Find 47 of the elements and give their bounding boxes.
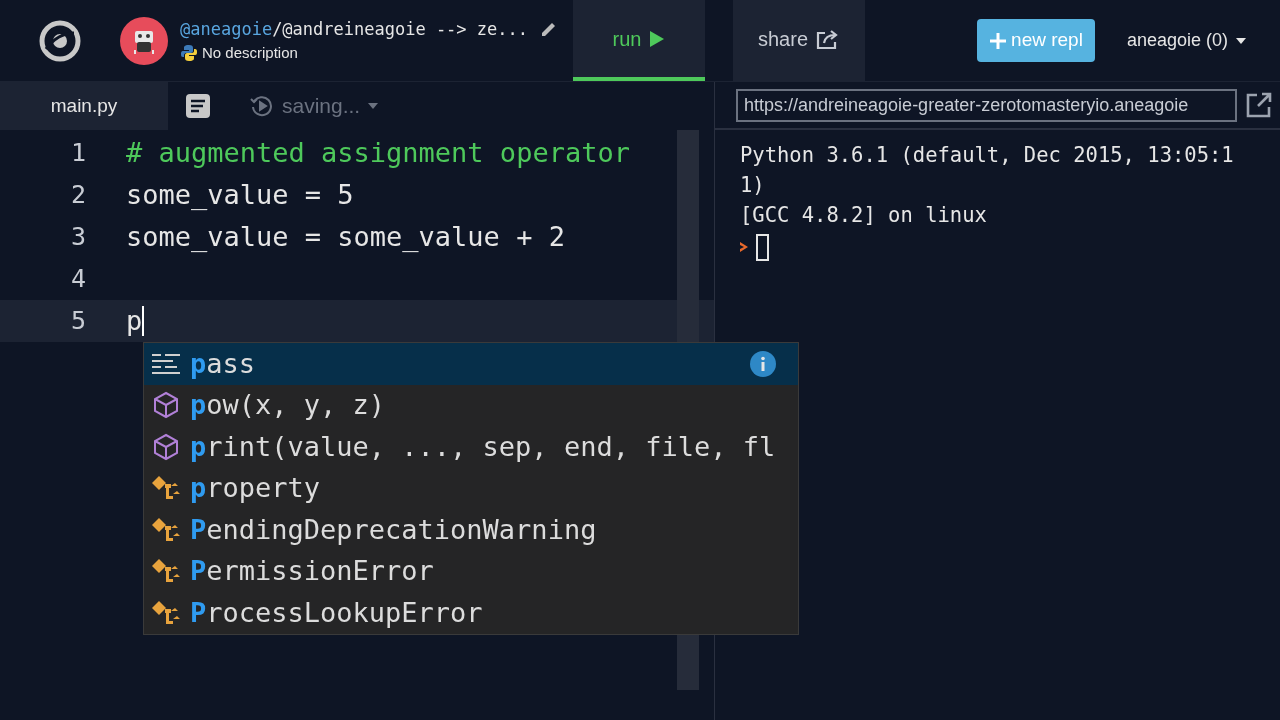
console-cursor[interactable] (756, 233, 769, 261)
line-number: 3 (69, 221, 86, 254)
code-line: p (126, 303, 143, 338)
url-field[interactable]: https://andreineagoie-greater-zerotomasteryio.aneagoie (736, 88, 1237, 122)
code-line: some_value = some_value + 2 (126, 219, 565, 254)
completion-item[interactable]: p roperty (144, 467, 798, 509)
console-output: [GCC 4.8.2] on linux (740, 202, 988, 229)
keyword-icon (151, 351, 181, 376)
completion-item[interactable]: pow(x, y, z) (144, 384, 798, 426)
python-icon (180, 44, 198, 63)
prompt-icon (740, 242, 748, 252)
console-output: Python 3.6.1 (default, Dec 2015, 13:05:11) (740, 142, 1235, 199)
avatar-icon (120, 16, 168, 65)
pencil-icon[interactable] (540, 20, 558, 39)
info-icon[interactable] (750, 350, 776, 377)
run-tab[interactable]: run (573, 0, 705, 81)
completion-item[interactable]: P rocessLookupError (144, 592, 798, 634)
completion-item[interactable]: PermissionError (144, 550, 798, 592)
document-icon[interactable] (186, 94, 210, 118)
text-cursor (142, 306, 145, 336)
caret-icon (1236, 37, 1246, 44)
line-number: 4 (69, 263, 86, 296)
completion-item[interactable]: p rint(value, ..., sep, end, file, fl (144, 426, 798, 468)
cube-icon (153, 391, 179, 420)
line-number: 1 (69, 137, 86, 170)
completion-item[interactable]: pass (144, 343, 798, 385)
class-icon (151, 598, 181, 627)
plus-icon (989, 31, 1008, 50)
share-tab[interactable]: share (733, 0, 865, 81)
history-icon (250, 94, 274, 118)
play-icon (649, 29, 666, 48)
repl-description: No description (202, 43, 298, 63)
code-line: # augmented assignment operator (126, 135, 630, 170)
cube-icon (153, 432, 179, 461)
line-number: 2 (69, 179, 86, 212)
file-tab[interactable]: main.py (0, 82, 168, 130)
completion-item[interactable]: PendingDeprecationWarning (144, 509, 798, 551)
share-icon (816, 27, 840, 50)
line-number: 5 (69, 305, 86, 338)
user-menu[interactable]: aneagoie (0) (1126, 27, 1246, 54)
class-icon (151, 515, 181, 544)
caret-icon[interactable] (368, 103, 379, 109)
repl-title[interactable]: @aneagoie/@andreineagoie --> ze... (180, 16, 528, 42)
save-status: saving... (282, 93, 361, 120)
external-link-icon[interactable] (1245, 91, 1273, 119)
code-line: some_value = 5 (126, 177, 354, 212)
logo-icon[interactable] (38, 18, 82, 63)
